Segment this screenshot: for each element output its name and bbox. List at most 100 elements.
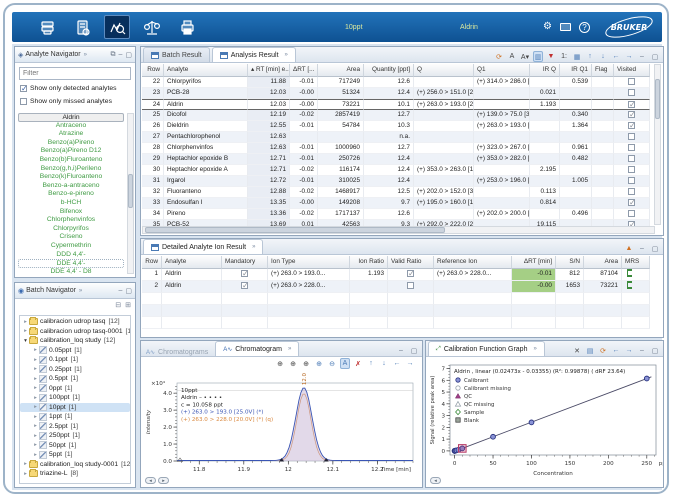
tree-expander-icon[interactable]: ▸ xyxy=(32,404,39,410)
az-sort-icon[interactable]: A xyxy=(507,51,517,62)
marker-icon[interactable]: ✗ xyxy=(353,358,363,369)
tree-expander-icon[interactable]: ▸ xyxy=(32,347,39,353)
tree-expander-icon[interactable]: ▸ xyxy=(32,423,39,429)
refresh-icon[interactable]: ⟳ xyxy=(494,51,504,62)
visited-checkbox[interactable] xyxy=(628,101,635,108)
settings-gear-icon[interactable]: ⚙ xyxy=(543,22,552,32)
analysis-icon[interactable] xyxy=(104,15,130,39)
batch-tree-item[interactable]: ▸calibration_loq study-0001[12] xyxy=(20,460,130,470)
table-vertical-scrollbar[interactable] xyxy=(654,64,661,225)
column-header[interactable]: Reference Ion xyxy=(434,256,512,269)
analyte-list-item[interactable]: Chlorpyrifos xyxy=(18,225,124,234)
batch-tree-item[interactable]: ▸2.5ppt[1] xyxy=(20,422,130,432)
visited-checkbox[interactable] xyxy=(628,210,635,217)
analyte-filter-input[interactable] xyxy=(19,67,131,80)
table-row[interactable]: 29Heptachlor epoxide B12.71-0.0125072612… xyxy=(142,154,655,165)
visited-checkbox[interactable] xyxy=(628,89,635,96)
batch-tree-item[interactable]: ▸250ppt[1] xyxy=(20,431,130,441)
batch-tree-item[interactable]: ▸calibracion udrop tasq[12] xyxy=(20,317,130,327)
minimize-icon[interactable]: – xyxy=(396,345,406,356)
copy-view-icon[interactable]: ⧉ xyxy=(110,51,115,59)
table-row[interactable]: 1Aldrin(+) 263.0 > 193.0...1.193(+) 263.… xyxy=(142,269,663,281)
mandatory-checkbox[interactable] xyxy=(241,282,248,289)
column-header[interactable]: ΔRT [... xyxy=(290,64,318,77)
tree-expander-icon[interactable]: ▸ xyxy=(22,471,29,477)
image-icon[interactable]: ▦ xyxy=(572,51,582,62)
view-menu-icon[interactable]: » xyxy=(79,288,82,294)
tree-expander-icon[interactable]: ▸ xyxy=(32,433,39,439)
trace-prev-button[interactable]: ◂ xyxy=(145,477,156,484)
column-header[interactable]: ▴ RT [min] e... xyxy=(248,64,290,77)
tab-detailed-ion-result[interactable]: Detailed Analyte Ion Result » xyxy=(143,239,263,254)
next-icon[interactable]: → xyxy=(624,345,634,356)
batch-tree-item[interactable]: ▾calibration_loq study[12] xyxy=(20,336,130,346)
visited-checkbox[interactable] xyxy=(628,177,635,184)
analyte-list-item[interactable]: Benzo(k)Fluroanteno xyxy=(18,173,124,182)
screen-icon[interactable] xyxy=(560,23,571,31)
next-right-icon[interactable]: → xyxy=(405,358,415,369)
maximize-icon[interactable]: ▢ xyxy=(650,345,660,356)
table-row[interactable]: 32Fluoranteno12.88-0.02146891712.5(+) 20… xyxy=(142,187,655,198)
column-header[interactable]: Quantity [ppt] xyxy=(364,64,414,77)
analyte-list-item[interactable]: DDD 4,4'- xyxy=(18,251,124,260)
table-row[interactable]: 33Endosulfan I13.35-0.001492089.7(+) 195… xyxy=(142,198,655,209)
table-row[interactable]: 26Dieldrin12.55-0.015478410.3(+) 263.0 >… xyxy=(142,121,655,132)
show-missed-checkbox[interactable] xyxy=(20,98,27,105)
tree-expander-icon[interactable]: ▸ xyxy=(32,357,39,363)
analyte-list-item[interactable]: Benzo-a-antraceno xyxy=(18,182,124,191)
tree-expander-icon[interactable]: ▸ xyxy=(32,395,39,401)
batch-tree-item[interactable]: ▸10ppt[1] xyxy=(20,403,130,413)
analyte-list-item[interactable]: Benzo(a)Pireno D12 xyxy=(18,147,124,156)
calibration-icon[interactable] xyxy=(139,15,165,39)
tab-chromatogram[interactable]: A∿ Chromatogram » xyxy=(215,341,299,356)
next-down-icon[interactable]: ↓ xyxy=(379,358,389,369)
batch-tree-item[interactable]: ▸1ppt[1] xyxy=(20,412,130,422)
analyte-list-item[interactable]: Antraceno xyxy=(18,122,124,131)
tree-expander-icon[interactable]: ▸ xyxy=(22,319,29,325)
tree-expander-icon[interactable]: ▸ xyxy=(32,452,39,458)
analyte-list-item[interactable]: Atrazine xyxy=(18,130,124,139)
column-header[interactable]: Area xyxy=(584,256,622,269)
analyte-list-item[interactable]: Benzo(g,h,i)Perileno xyxy=(18,165,124,174)
filter-icon[interactable]: ▼ xyxy=(546,51,556,62)
prev-left-icon[interactable]: ← xyxy=(392,358,402,369)
tree-expander-icon[interactable]: ▸ xyxy=(22,328,29,334)
batch-tree-item[interactable]: ▸5ppt[1] xyxy=(20,450,130,460)
column-header[interactable]: Q xyxy=(414,64,474,77)
layout-icon[interactable]: ▥ xyxy=(533,51,543,62)
batch-tree-item[interactable]: ▸0.1ppt[1] xyxy=(20,355,130,365)
tree-expander-icon[interactable]: ▸ xyxy=(32,414,39,420)
table-row[interactable]: 34Pireno13.36-0.02171713712.6(+) 202.0 >… xyxy=(142,209,655,220)
filter-az-icon[interactable]: A▾ xyxy=(520,51,530,62)
batch-tree-item[interactable]: ▸0.25ppt[1] xyxy=(20,365,130,375)
visited-checkbox[interactable] xyxy=(628,166,635,173)
move-up-icon[interactable]: ↑ xyxy=(585,51,595,62)
visited-checkbox[interactable] xyxy=(628,188,635,195)
expand-all-icon[interactable]: ⊞ xyxy=(125,301,131,309)
mrs-chart-icon[interactable] xyxy=(627,269,632,277)
chart-icon[interactable]: ▲ xyxy=(624,243,634,254)
table-row[interactable]: 24Aldrin12.03-0.007322110.1(+) 263.0 > 1… xyxy=(142,99,655,110)
move-down-icon[interactable]: ↓ xyxy=(598,51,608,62)
minimize-icon[interactable]: – xyxy=(637,51,647,62)
column-header[interactable]: ΔRT [min] xyxy=(512,256,556,269)
batch-tree-item[interactable]: ▸triazine-L[8] xyxy=(20,469,130,479)
zoom-icon[interactable]: ⊕ xyxy=(275,358,285,369)
column-header[interactable]: Flag xyxy=(592,64,614,77)
tree-expander-icon[interactable]: ▸ xyxy=(32,385,39,391)
column-header[interactable]: Ion Type xyxy=(268,256,350,269)
show-detected-checkbox[interactable] xyxy=(20,85,27,92)
analyte-list-item[interactable]: Chlorphenvinfos xyxy=(18,216,124,225)
export-icon[interactable]: ⟳ xyxy=(598,345,608,356)
column-header[interactable]: Area xyxy=(318,64,364,77)
mandatory-checkbox[interactable] xyxy=(241,270,248,277)
minimize-icon[interactable]: – xyxy=(118,287,122,295)
visited-checkbox[interactable] xyxy=(628,122,635,129)
batch-tree-item[interactable]: ▸0.5ppt[1] xyxy=(20,374,130,384)
samples-icon[interactable] xyxy=(34,15,60,39)
visited-checkbox[interactable] xyxy=(628,111,635,118)
minimize-icon[interactable]: – xyxy=(118,51,122,59)
batch-tree-item[interactable]: ▸50ppt[1] xyxy=(20,441,130,451)
table-row[interactable] xyxy=(142,317,663,329)
prev-icon[interactable]: ← xyxy=(611,345,621,356)
